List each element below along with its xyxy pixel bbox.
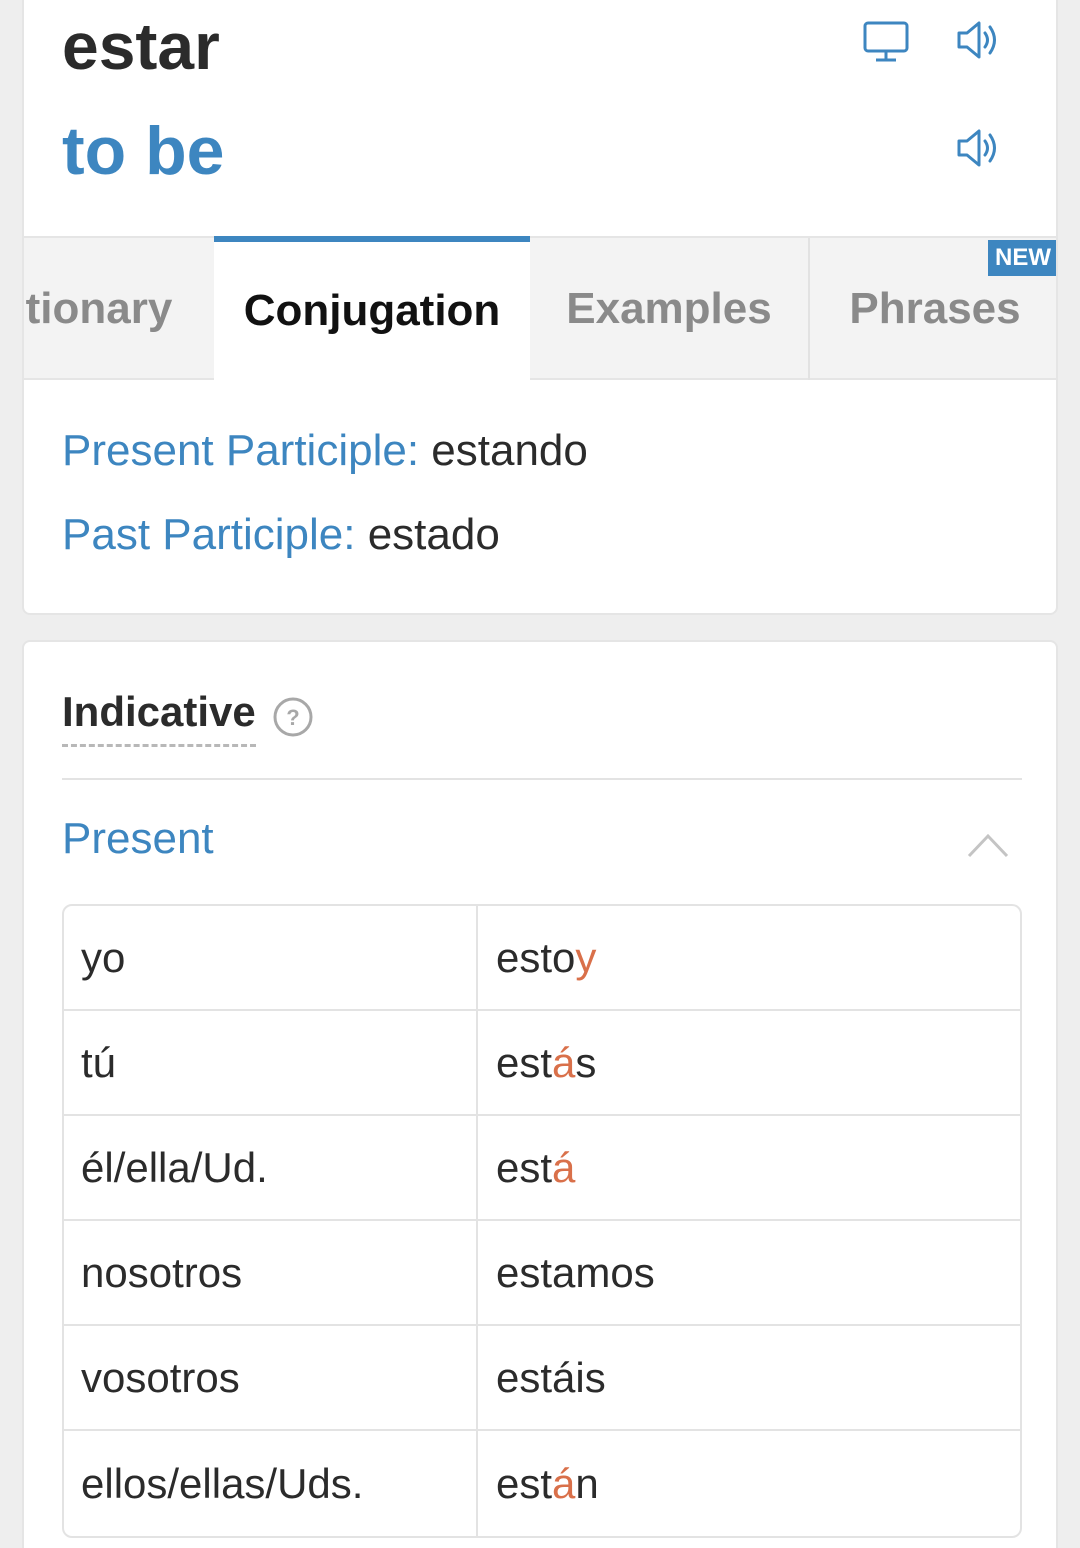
verb-form-cell[interactable]: est á s: [478, 1011, 1020, 1114]
past-participle-label: Past Participle:: [62, 510, 356, 559]
tense-title[interactable]: Present: [62, 814, 214, 864]
tab-examples[interactable]: Examples: [530, 238, 810, 380]
pronoun-cell: él/ella/Ud.: [64, 1116, 478, 1219]
table-row: nosotros estamos: [64, 1221, 1020, 1326]
headword: estar: [62, 9, 220, 83]
help-glyph: ?: [286, 705, 299, 730]
present-participle-label: Present Participle:: [62, 426, 420, 475]
pronoun-cell: ellos/ellas/Uds.: [64, 1431, 478, 1536]
past-participle: Past Participle: estado: [62, 510, 500, 560]
tab-conjugation[interactable]: Conjugation: [214, 236, 530, 380]
pronoun-cell: tú: [64, 1011, 478, 1114]
divider: [62, 778, 1022, 780]
chevron-up-icon[interactable]: [966, 830, 1010, 860]
verb-form-cell[interactable]: est á n: [478, 1431, 1020, 1536]
table-row: él/ella/Ud. est á: [64, 1116, 1020, 1221]
tab-label: Examples: [566, 284, 772, 333]
speaker-icon[interactable]: [948, 10, 1008, 70]
tab-phrases[interactable]: Phrases NEW: [810, 238, 1056, 380]
irregular-ending: á: [552, 1459, 576, 1507]
irregular-ending: á: [552, 1038, 576, 1086]
past-participle-value: estado: [367, 510, 500, 559]
table-row: tú est á s: [64, 1011, 1020, 1116]
monitor-icon[interactable]: [856, 12, 916, 72]
form-stem: esto: [496, 933, 576, 981]
conjugation-table: yo esto y tú est á s él/ella/Ud. est á nosot…: [62, 904, 1022, 1538]
new-badge: NEW: [988, 240, 1056, 276]
tab-dictionary[interactable]: tionary: [24, 238, 216, 380]
irregular-ending: y: [575, 933, 597, 981]
pronoun-cell: nosotros: [64, 1221, 478, 1324]
tab-bar: tionary Conjugation Examples Phrases NEW: [24, 236, 1056, 380]
form-stem: estáis: [496, 1353, 606, 1401]
pronoun-cell: yo: [64, 906, 478, 1009]
form-stem: est: [496, 1143, 553, 1191]
tab-label: tionary: [25, 284, 173, 333]
pronoun-cell: vosotros: [64, 1326, 478, 1429]
conjugation-card: Indicative ? Present yo esto y tú est á s é…: [22, 640, 1058, 1548]
form-rest: n: [575, 1459, 599, 1507]
tab-label: Conjugation: [243, 286, 501, 335]
mood-title[interactable]: Indicative: [62, 688, 256, 747]
verb-form-cell[interactable]: esto y: [478, 906, 1020, 1009]
tab-label: Phrases: [849, 284, 1021, 333]
table-row: yo esto y: [64, 906, 1020, 1011]
table-row: ellos/ellas/Uds. est á n: [64, 1431, 1020, 1536]
speaker-icon[interactable]: [948, 118, 1008, 178]
form-stem: estamos: [496, 1248, 655, 1296]
word-header-card: estar to be tionary Conjugation Examples…: [22, 0, 1058, 615]
verb-form-cell[interactable]: estamos: [478, 1221, 1020, 1324]
present-participle-value: estando: [431, 426, 588, 475]
verb-form-cell[interactable]: est á: [478, 1116, 1020, 1219]
form-rest: s: [575, 1038, 597, 1086]
present-participle: Present Participle: estando: [62, 426, 588, 476]
irregular-ending: á: [552, 1143, 576, 1191]
question-circle-icon[interactable]: ?: [272, 696, 314, 738]
form-stem: est: [496, 1038, 553, 1086]
table-row: vosotros estáis: [64, 1326, 1020, 1431]
form-stem: est: [496, 1459, 553, 1507]
verb-form-cell[interactable]: estáis: [478, 1326, 1020, 1429]
translation: to be: [62, 113, 225, 189]
